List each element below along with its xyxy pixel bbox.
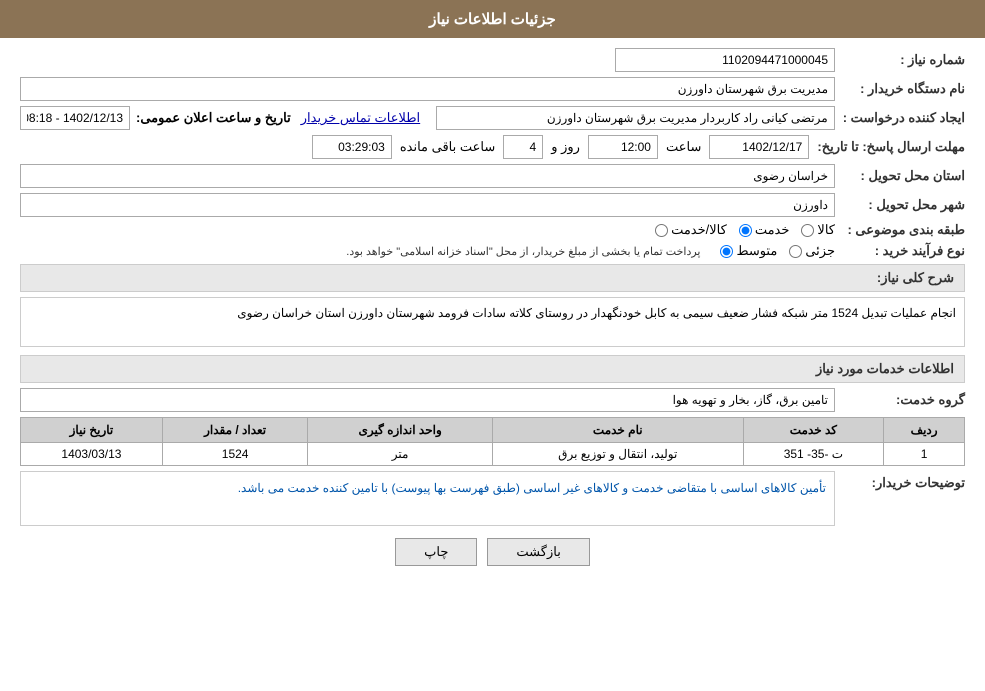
table-row: 1ت -35- 351تولید، انتقال و توزیع برقمتر1…	[21, 443, 965, 466]
deadline-time-label: ساعت	[666, 139, 701, 155]
city-input[interactable]	[20, 193, 835, 217]
print-button[interactable]: چاپ	[395, 538, 477, 566]
cell-quantity: 1524	[162, 443, 308, 466]
need-number-row: شماره نیاز :	[20, 48, 965, 72]
process-motovaset-option[interactable]: متوسط	[720, 243, 777, 259]
buyer-notes-label: توضیحات خریدار:	[835, 471, 965, 491]
need-number-label: شماره نیاز :	[835, 52, 965, 68]
deadline-date-input[interactable]	[709, 135, 809, 159]
category-kala-khedmat-label: کالا/خدمت	[671, 222, 727, 238]
category-row: طبقه بندی موضوعی : کالا خدمت کالا/خدمت	[20, 222, 965, 238]
deadline-days-input[interactable]	[503, 135, 543, 159]
city-label: شهر محل تحویل :	[835, 197, 965, 213]
deadline-remaining-input[interactable]	[312, 135, 392, 159]
services-title-text: اطلاعات خدمات مورد نیاز	[816, 361, 954, 376]
date-creator-row: ایجاد کننده درخواست : اطلاعات تماس خریدا…	[20, 106, 965, 130]
deadline-row: مهلت ارسال پاسخ: تا تاریخ: ساعت روز و سا…	[20, 135, 965, 159]
cell-unit: متر	[308, 443, 493, 466]
process-motovaset-label: متوسط	[736, 243, 777, 259]
category-kala-label: کالا	[817, 222, 835, 238]
category-kala-khedmat-option[interactable]: کالا/خدمت	[655, 222, 727, 238]
back-button[interactable]: بازگشت	[487, 538, 589, 566]
need-number-input[interactable]	[615, 48, 835, 72]
description-box: انجام عملیات تبدیل 1524 متر شبکه فشار ضع…	[20, 297, 965, 347]
date-label: تاریخ و ساعت اعلان عمومی:	[136, 110, 291, 126]
col-row-num: ردیف	[884, 418, 965, 443]
col-service-name: نام خدمت	[492, 418, 743, 443]
buyer-notes-box: تأمین کالاهای اساسی با متقاضی خدمت و کال…	[20, 471, 835, 526]
creator-input[interactable]	[436, 106, 835, 130]
col-service-code: کد خدمت	[743, 418, 884, 443]
province-input[interactable]	[20, 164, 835, 188]
deadline-time-input[interactable]	[588, 135, 658, 159]
col-date: تاریخ نیاز	[21, 418, 163, 443]
services-table: ردیف کد خدمت نام خدمت واحد اندازه گیری ت…	[20, 417, 965, 466]
category-label: طبقه بندی موضوعی :	[835, 222, 965, 238]
cell-service_name: تولید، انتقال و توزیع برق	[492, 443, 743, 466]
process-note: پرداخت تمام یا بخشی از مبلغ خریدار، از م…	[346, 245, 700, 258]
description-text: انجام عملیات تبدیل 1524 متر شبکه فشار ضع…	[237, 306, 956, 320]
page-title: جزئیات اطلاعات نیاز	[429, 11, 556, 28]
province-row: استان محل تحویل :	[20, 164, 965, 188]
deadline-remaining-label: ساعت باقی مانده	[400, 139, 495, 155]
buyer-org-row: نام دستگاه خریدار :	[20, 77, 965, 101]
process-label: نوع فرآیند خرید :	[835, 243, 965, 259]
buyer-org-input[interactable]	[20, 77, 835, 101]
deadline-label: مهلت ارسال پاسخ: تا تاریخ:	[809, 139, 965, 155]
buyer-notes-text: تأمین کالاهای اساسی با متقاضی خدمت و کال…	[238, 481, 826, 495]
description-section-title: شرح کلی نیاز:	[20, 264, 965, 292]
process-row: نوع فرآیند خرید : جزئی متوسط پرداخت تمام…	[20, 243, 965, 259]
page-header: جزئیات اطلاعات نیاز	[0, 0, 985, 38]
category-kala-option[interactable]: کالا	[801, 222, 835, 238]
service-group-label: گروه خدمت:	[835, 392, 965, 408]
process-jozei-label: جزئی	[805, 243, 835, 259]
col-quantity: تعداد / مقدار	[162, 418, 308, 443]
deadline-days-label: روز و	[551, 139, 580, 155]
buyer-org-label: نام دستگاه خریدار :	[835, 81, 965, 97]
cell-service_code: ت -35- 351	[743, 443, 884, 466]
city-row: شهر محل تحویل :	[20, 193, 965, 217]
category-khedmat-label: خدمت	[755, 222, 790, 238]
buyer-notes-row: توضیحات خریدار: تأمین کالاهای اساسی با م…	[20, 471, 965, 526]
process-jozei-option[interactable]: جزئی	[789, 243, 835, 259]
description-title-text: شرح کلی نیاز:	[877, 270, 954, 285]
process-motovaset-radio[interactable]	[720, 245, 733, 258]
category-kala-khedmat-radio[interactable]	[655, 224, 668, 237]
category-khedmat-radio[interactable]	[739, 224, 752, 237]
service-group-input[interactable]	[20, 388, 835, 412]
col-unit: واحد اندازه گیری	[308, 418, 493, 443]
contact-link[interactable]: اطلاعات تماس خریدار	[301, 110, 420, 126]
process-jozei-radio[interactable]	[789, 245, 802, 258]
creator-label: ایجاد کننده درخواست :	[835, 110, 965, 126]
cell-date: 1403/03/13	[21, 443, 163, 466]
cell-row_num: 1	[884, 443, 965, 466]
category-khedmat-option[interactable]: خدمت	[739, 222, 790, 238]
category-kala-radio[interactable]	[801, 224, 814, 237]
province-label: استان محل تحویل :	[835, 168, 965, 184]
service-group-row: گروه خدمت:	[20, 388, 965, 412]
date-input[interactable]	[20, 106, 130, 130]
button-row: بازگشت چاپ	[20, 538, 965, 566]
services-section-title: اطلاعات خدمات مورد نیاز	[20, 355, 965, 383]
